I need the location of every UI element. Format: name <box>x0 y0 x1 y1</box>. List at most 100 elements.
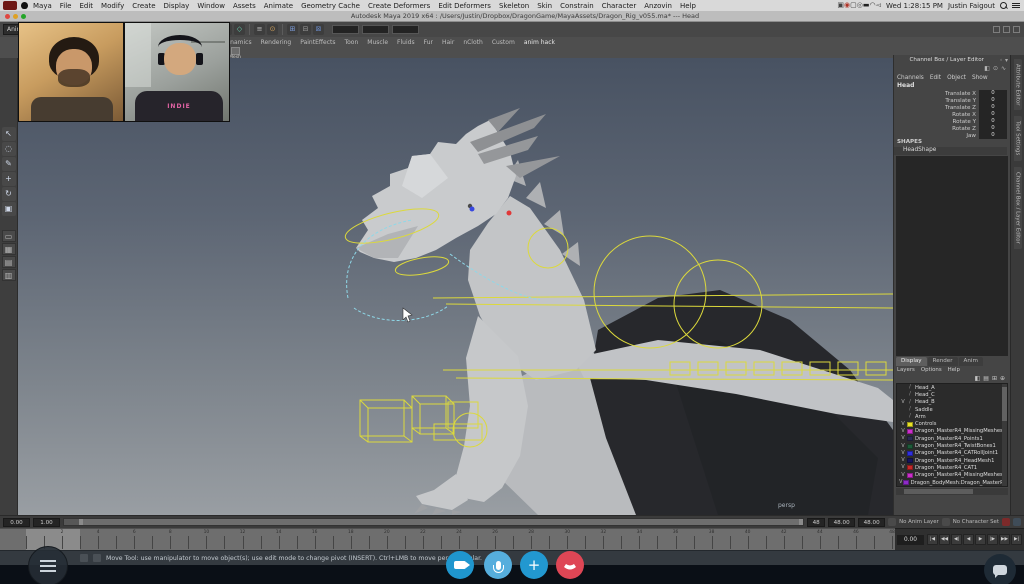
menu-modify[interactable]: Modify <box>101 2 124 10</box>
paint-select-tool-icon[interactable]: ✎ <box>2 157 16 171</box>
step-back-key-button[interactable]: ◀◀ <box>939 534 950 545</box>
layer-list-scrollbar[interactable] <box>1002 384 1007 486</box>
command-line-icon[interactable] <box>80 554 88 562</box>
layout-persp-outliner-icon[interactable]: ▤ <box>2 256 16 268</box>
webcam-self[interactable]: INDIE <box>124 22 230 122</box>
layer-visibility-toggle[interactable]: V <box>899 429 907 434</box>
time-slider[interactable]: 2468101214161820222426283032343638404244… <box>0 528 895 550</box>
move-tool-icon[interactable]: + <box>2 172 16 186</box>
character-set-icon[interactable] <box>942 518 950 526</box>
layer-menu-layers[interactable]: Layers <box>897 367 915 373</box>
attr-value-field[interactable]: 0 <box>979 125 1007 132</box>
shelf-tab-painteffects[interactable]: PaintEffects <box>300 39 335 46</box>
anim-layer-label[interactable]: No Anim Layer <box>899 519 939 525</box>
channel-menu-show[interactable]: Show <box>972 75 988 81</box>
notification-center-icon[interactable] <box>1012 2 1020 9</box>
shape-node-name[interactable]: HeadShape <box>894 147 1007 155</box>
quick-select-field-3[interactable] <box>392 25 419 34</box>
menubar-user[interactable]: Justin Faigout <box>948 2 995 10</box>
layer-list-hscrollbar[interactable] <box>896 488 1008 495</box>
animation-preferences-icon[interactable] <box>1013 518 1021 526</box>
shelf-tab-muscle[interactable]: Muscle <box>367 39 388 46</box>
layer-visibility-toggle[interactable]: V <box>899 444 907 449</box>
layer-visibility-toggle[interactable]: V <box>899 400 907 405</box>
select-tool-icon[interactable]: ↖ <box>2 127 16 141</box>
menu-anzovin[interactable]: Anzovin <box>644 2 672 10</box>
construction-history-icon[interactable]: ⊙ <box>267 24 278 35</box>
quick-select-field-1[interactable] <box>332 25 359 34</box>
layer-color-swatch[interactable] <box>907 473 913 478</box>
display-icon[interactable]: ▢ <box>850 1 857 9</box>
add-to-call-button[interactable]: + <box>520 551 548 579</box>
menu-edit[interactable]: Edit <box>79 2 93 10</box>
panel-menu-icon[interactable]: ▾ <box>1005 57 1008 64</box>
layer-row-head-a[interactable]: /Head_A <box>897 384 1007 391</box>
shelf-tab-toon[interactable]: Toon <box>344 39 358 46</box>
scale-tool-icon[interactable]: ▣ <box>2 202 16 216</box>
layer-tab-display[interactable]: Display <box>896 357 927 366</box>
layer-row-dragon-masterr4-twistbones1[interactable]: VDragon_MasterR4_TwistBones1 <box>897 442 1007 449</box>
empty-layer-icon[interactable]: ▤ <box>983 375 989 382</box>
webcam-remote[interactable] <box>18 22 124 122</box>
layout-split-icon[interactable]: ▥ <box>2 269 16 281</box>
step-fwd-frame-button[interactable]: |▶ <box>987 534 998 545</box>
layer-row-dragon-masterr4-headmesh1[interactable]: VDragon_MasterR4_HeadMesh1 <box>897 457 1007 464</box>
attr-value-field[interactable]: 0 <box>979 90 1007 97</box>
layer-color-swatch[interactable] <box>907 422 913 427</box>
layer-color-swatch[interactable] <box>907 458 913 463</box>
menu-file[interactable]: File <box>60 2 72 10</box>
layer-color-swatch[interactable]: / <box>907 407 913 412</box>
menu-help[interactable]: Help <box>680 2 696 10</box>
menu-constrain[interactable]: Constrain <box>560 2 594 10</box>
menubar-clock[interactable]: Wed 1:28:15 PM <box>886 2 943 10</box>
rotate-tool-icon[interactable]: ↻ <box>2 187 16 201</box>
attr-value-field[interactable]: 0 <box>979 118 1007 125</box>
go-to-end-button[interactable]: ▶| <box>1011 534 1022 545</box>
shelf-tab-hair[interactable]: Hair <box>442 39 454 46</box>
shelf-tab-fur[interactable]: Fur <box>424 39 433 46</box>
attr-value-field[interactable]: 0 <box>979 97 1007 104</box>
animation-end-field[interactable]: 48.00 <box>858 518 885 527</box>
ipr-render-icon[interactable]: ⊟ <box>300 24 311 35</box>
layer-color-swatch[interactable]: / <box>907 385 913 390</box>
menu-maya[interactable]: Maya <box>33 2 52 10</box>
minimize-window-button[interactable] <box>13 14 18 19</box>
selected-node-name[interactable]: Head <box>894 82 1010 90</box>
rig-marker-red[interactable] <box>507 211 512 216</box>
layer-row-arm[interactable]: /Arm <box>897 413 1007 420</box>
side-tab-tool-settings[interactable]: Tool Settings <box>1014 116 1022 160</box>
new-layer-icon[interactable]: ⊞ <box>992 375 997 382</box>
layer-visibility-toggle[interactable]: V <box>899 465 907 470</box>
menu-create[interactable]: Create <box>132 2 155 10</box>
side-tab-attribute-editor[interactable]: Attribute Editor <box>1014 59 1022 110</box>
chat-button[interactable] <box>984 554 1016 584</box>
attr-value-field[interactable]: 0 <box>979 111 1007 118</box>
new-layer-from-selected-icon[interactable]: ⊕ <box>1000 375 1005 382</box>
menu-skin[interactable]: Skin <box>537 2 552 10</box>
shelf-tab-fluids[interactable]: Fluids <box>397 39 415 46</box>
layer-visibility-toggle[interactable]: V <box>899 436 907 441</box>
channel-speed-icon[interactable]: ⊙ <box>993 65 998 73</box>
workspace-button-3[interactable] <box>1013 26 1020 33</box>
input-connections-icon[interactable]: ≡ <box>254 24 265 35</box>
go-to-start-button[interactable]: |◀ <box>927 534 938 545</box>
layer-row-dragon-masterr4-catrolljoint1[interactable]: VDragon_MasterR4_CATRollJoint1 <box>897 450 1007 457</box>
lasso-tool-icon[interactable]: ◌ <box>2 142 16 156</box>
layer-row-dragon-bodymesh-dragon-masterr4[interactable]: VDragon_BodyMesh:Dragon_MasterR4 <box>897 479 1007 486</box>
workspace-button-2[interactable] <box>1003 26 1010 33</box>
mute-microphone-button[interactable] <box>484 551 512 579</box>
step-back-frame-button[interactable]: ◀| <box>951 534 962 545</box>
menu-geometry-cache[interactable]: Geometry Cache <box>301 2 360 10</box>
anim-layer-icon[interactable] <box>888 518 896 526</box>
snap-plane-icon[interactable]: ◇ <box>234 24 245 35</box>
layer-row-head-c[interactable]: /Head_C <box>897 391 1007 398</box>
layer-tab-render[interactable]: Render <box>928 357 958 366</box>
menu-animate[interactable]: Animate <box>264 2 293 10</box>
layer-row-dragon-masterr4-missingmeshes[interactable]: VDragon_MasterR4_MissingMeshes <box>897 472 1007 479</box>
layout-single-pane-icon[interactable]: ▭ <box>2 230 16 242</box>
video-call-button[interactable] <box>446 551 474 579</box>
channel-manip-icon[interactable]: ◧ <box>984 65 990 73</box>
channel-menu-object[interactable]: Object <box>947 75 966 81</box>
shelf-tab-rendering[interactable]: Rendering <box>261 39 292 46</box>
attr-value-field[interactable]: 0 <box>979 132 1007 139</box>
